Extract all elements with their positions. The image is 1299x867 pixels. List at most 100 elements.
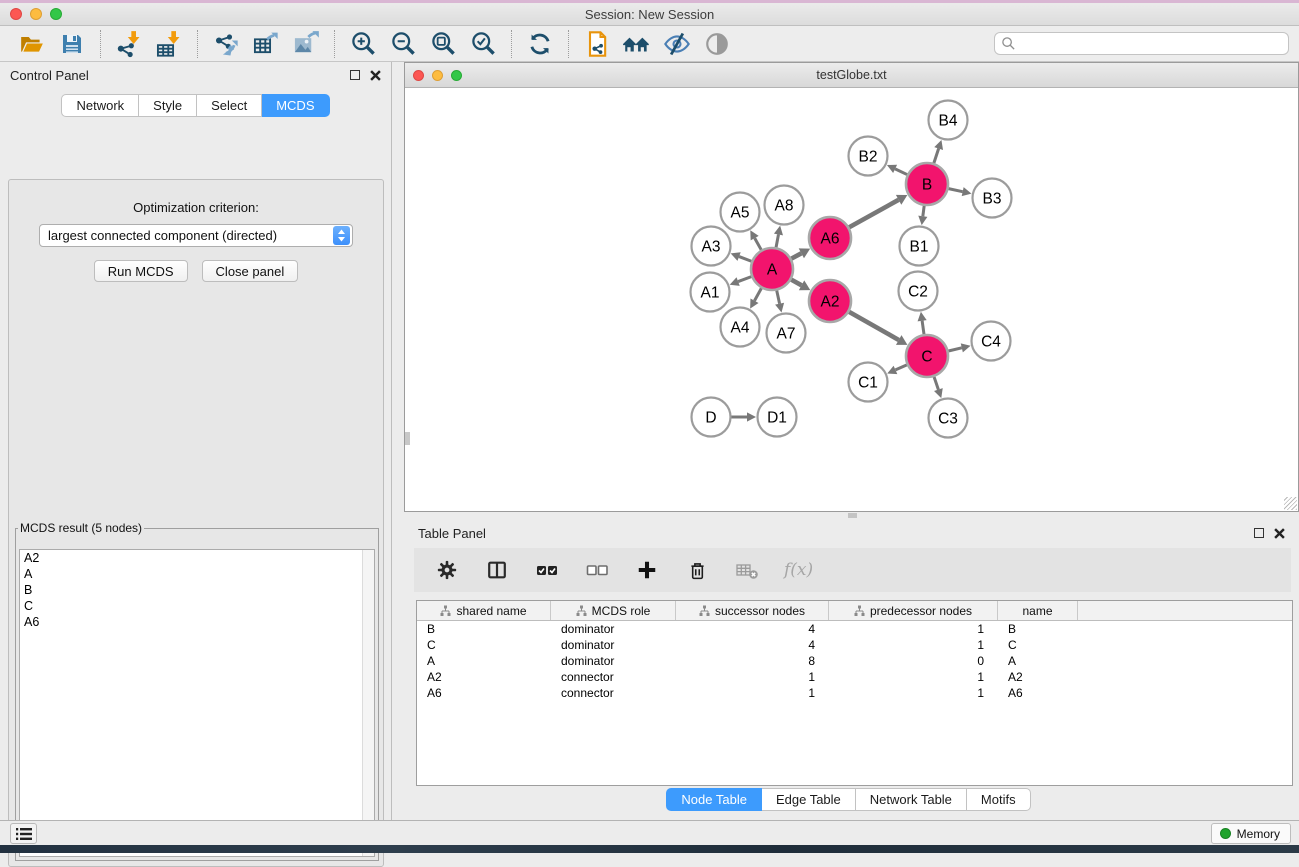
graph-edge-B-B1[interactable] — [923, 206, 924, 216]
table-tab-network-table[interactable]: Network Table — [856, 788, 967, 811]
run-mcds-button[interactable]: Run MCDS — [94, 260, 188, 282]
refresh-button[interactable] — [520, 29, 560, 59]
search-input[interactable] — [1016, 37, 1288, 51]
column-header-name[interactable]: name — [998, 601, 1078, 620]
graph-edge-B-B3[interactable] — [949, 189, 963, 192]
memory-button[interactable]: Memory — [1211, 823, 1291, 844]
network-graph[interactable]: B4B2BB3A8A5A6A3B1AA1C2A2A4A7C4CC1C3DD1 — [405, 88, 1298, 511]
window-resize-grip[interactable] — [1284, 497, 1297, 510]
open-session-button[interactable] — [12, 29, 52, 59]
search-field[interactable] — [994, 32, 1289, 55]
graph-edge-A6-B[interactable] — [849, 200, 898, 227]
table-cell[interactable]: C — [417, 637, 551, 653]
table-tab-edge-table[interactable]: Edge Table — [762, 788, 856, 811]
export-table-button[interactable] — [246, 29, 286, 59]
import-table-button[interactable] — [149, 29, 189, 59]
table-cell[interactable]: connector — [551, 685, 676, 701]
node-table[interactable]: shared nameMCDS rolesuccessor nodesprede… — [416, 600, 1293, 786]
canvas-vscroll-thumb[interactable] — [405, 432, 410, 445]
add-column-button[interactable] — [634, 555, 660, 585]
table-cell[interactable]: 1 — [829, 637, 998, 653]
table-cell[interactable]: 1 — [829, 685, 998, 701]
table-cell[interactable]: A — [417, 653, 551, 669]
graph-edge-A-A2[interactable] — [791, 280, 801, 286]
float-panel-icon[interactable] — [1254, 528, 1264, 538]
table-cell[interactable]: C — [998, 637, 1078, 653]
zoom-in-button[interactable] — [343, 29, 383, 59]
column-header-MCDS-role[interactable]: MCDS role — [551, 601, 676, 620]
column-header-shared-name[interactable]: shared name — [417, 601, 551, 620]
mcds-result-item[interactable]: C — [20, 598, 374, 614]
mcds-result-item[interactable]: A6 — [20, 614, 374, 630]
mcds-result-item[interactable]: A2 — [20, 550, 374, 566]
graph-edge-A-A7[interactable] — [777, 290, 780, 303]
save-session-button[interactable] — [52, 29, 92, 59]
table-cell[interactable]: B — [417, 621, 551, 637]
table-cell[interactable]: A6 — [417, 685, 551, 701]
graph-edge-B-B2[interactable] — [895, 169, 907, 175]
table-cell[interactable]: A6 — [998, 685, 1078, 701]
export-network-button[interactable] — [206, 29, 246, 59]
import-network-button[interactable] — [109, 29, 149, 59]
table-cell[interactable]: dominator — [551, 653, 676, 669]
graph-edge-C-C1[interactable] — [895, 365, 906, 370]
hide-graphics-details-button[interactable] — [657, 29, 697, 59]
mcds-result-list[interactable]: A2ABCA6 — [19, 549, 375, 857]
control-tab-style[interactable]: Style — [139, 94, 197, 117]
graph-edge-A-A6[interactable] — [791, 253, 801, 258]
table-tab-node-table[interactable]: Node Table — [666, 788, 762, 811]
delete-column-button[interactable] — [684, 555, 710, 585]
new-network-from-selection-button[interactable] — [577, 29, 617, 59]
graph-edge-C-C3[interactable] — [934, 377, 938, 390]
table-cell[interactable]: B — [998, 621, 1078, 637]
graph-edge-A-A5[interactable] — [755, 238, 762, 250]
table-cell[interactable]: 8 — [676, 653, 829, 669]
control-tab-mcds[interactable]: MCDS — [262, 94, 329, 117]
table-cell[interactable]: 4 — [676, 637, 829, 653]
canvas-hscroll-thumb[interactable] — [848, 513, 857, 518]
graph-edge-C-C4[interactable] — [948, 348, 961, 351]
table-cell[interactable]: A2 — [417, 669, 551, 685]
table-cell[interactable]: dominator — [551, 621, 676, 637]
export-image-button[interactable] — [286, 29, 326, 59]
delete-table-button[interactable] — [734, 555, 760, 585]
column-view-button[interactable] — [484, 555, 510, 585]
table-row[interactable]: Bdominator41B — [417, 621, 1292, 637]
graph-edge-C-C2[interactable] — [922, 321, 924, 334]
table-tab-motifs[interactable]: Motifs — [967, 788, 1031, 811]
column-header-predecessor-nodes[interactable]: predecessor nodes — [829, 601, 998, 620]
mcds-list-scrollbar[interactable] — [362, 550, 374, 856]
control-tab-select[interactable]: Select — [197, 94, 262, 117]
table-cell[interactable]: dominator — [551, 637, 676, 653]
graph-edge-A-A4[interactable] — [754, 288, 761, 300]
table-cell[interactable]: 4 — [676, 621, 829, 637]
table-cell[interactable]: 1 — [829, 669, 998, 685]
table-row[interactable]: A2connector11A2 — [417, 669, 1292, 685]
graph-edge-A-A1[interactable] — [738, 277, 751, 282]
show-birds-eye-button[interactable] — [697, 29, 737, 59]
table-cell[interactable]: 1 — [829, 621, 998, 637]
table-cell[interactable]: 0 — [829, 653, 998, 669]
table-row[interactable]: A6connector11A6 — [417, 685, 1292, 701]
network-canvas[interactable]: B4B2BB3A8A5A6A3B1AA1C2A2A4A7C4CC1C3DD1 — [405, 88, 1298, 511]
close-panel-icon[interactable] — [370, 70, 381, 81]
zoom-fit-button[interactable] — [423, 29, 463, 59]
show-task-history-button[interactable] — [10, 823, 37, 844]
zoom-out-button[interactable] — [383, 29, 423, 59]
graph-edge-B-B4[interactable] — [934, 149, 939, 164]
mcds-result-item[interactable]: B — [20, 582, 374, 598]
criterion-dropdown[interactable]: largest connected component (directed) — [39, 224, 353, 247]
control-tab-network[interactable]: Network — [61, 94, 139, 117]
table-cell[interactable]: connector — [551, 669, 676, 685]
graph-edge-A-A3[interactable] — [739, 257, 751, 262]
table-settings-button[interactable] — [434, 555, 460, 585]
function-builder-button[interactable]: f(x) — [784, 555, 813, 585]
table-row[interactable]: Adominator80A — [417, 653, 1292, 669]
network-window-titlebar[interactable]: testGlobe.txt — [405, 63, 1298, 88]
mcds-result-item[interactable]: A — [20, 566, 374, 582]
graph-edge-A-A8[interactable] — [776, 234, 778, 247]
table-cell[interactable]: A — [998, 653, 1078, 669]
float-panel-icon[interactable] — [350, 70, 360, 80]
close-panel-icon[interactable] — [1274, 528, 1285, 539]
deselect-all-button[interactable] — [584, 555, 610, 585]
